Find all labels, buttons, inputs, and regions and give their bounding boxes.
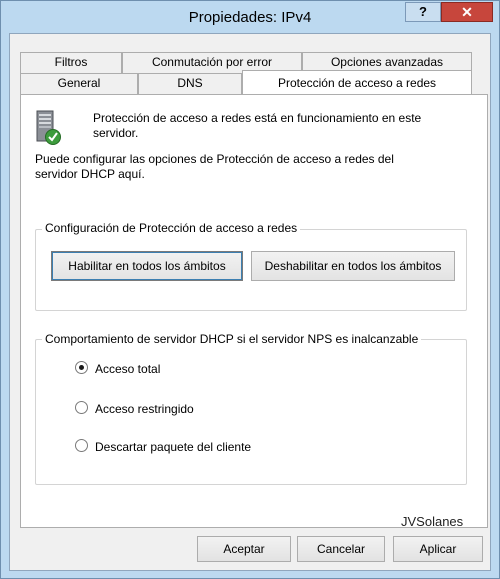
dhcp-behavior-legend: Comportamiento de servidor DHCP si el se…	[42, 332, 422, 346]
cancel-button[interactable]: Cancelar	[297, 536, 385, 562]
close-button[interactable]: ✕	[441, 2, 493, 22]
watermark-logo: JVSolanes	[401, 514, 463, 529]
radio-selected-dot	[79, 365, 84, 370]
radio-acceso-restringido[interactable]	[75, 401, 88, 414]
server-check-icon	[36, 110, 61, 145]
watermark-text: JVSolanes	[401, 514, 464, 529]
tab-filtros[interactable]: Filtros	[20, 52, 122, 73]
nap-info-text-line1: Puede configurar las opciones de Protecc…	[35, 152, 394, 166]
tab-dns[interactable]: DNS	[138, 73, 242, 94]
tab-proteccion-acceso-redes[interactable]: Protección de acceso a redes	[242, 70, 472, 94]
radio-acceso-total[interactable]	[75, 361, 88, 374]
properties-dialog: Propiedades: IPv4 ? ✕ Filtros Conmutació…	[0, 0, 500, 579]
radio-label-descartar-paquete[interactable]: Descartar paquete del cliente	[95, 440, 251, 454]
tab-general[interactable]: General	[20, 73, 138, 94]
apply-button[interactable]: Aplicar	[393, 536, 483, 562]
radio-descartar-paquete[interactable]	[75, 439, 88, 452]
radio-label-acceso-restringido[interactable]: Acceso restringido	[95, 402, 194, 416]
nap-status-text-line2: servidor.	[93, 126, 139, 140]
enable-all-scopes-button[interactable]: Habilitar en todos los ámbitos	[51, 251, 243, 281]
disable-all-scopes-button[interactable]: Deshabilitar en todos los ámbitos	[251, 251, 455, 281]
help-button[interactable]: ?	[405, 2, 441, 22]
nap-config-legend: Configuración de Protección de acceso a …	[42, 221, 301, 235]
radio-label-acceso-total[interactable]: Acceso total	[95, 362, 160, 376]
nap-status-text-line1: Protección de acceso a redes está en fun…	[93, 111, 422, 125]
nap-info-text-line2: servidor DHCP aquí.	[35, 167, 145, 181]
ok-button[interactable]: Aceptar	[197, 536, 291, 562]
